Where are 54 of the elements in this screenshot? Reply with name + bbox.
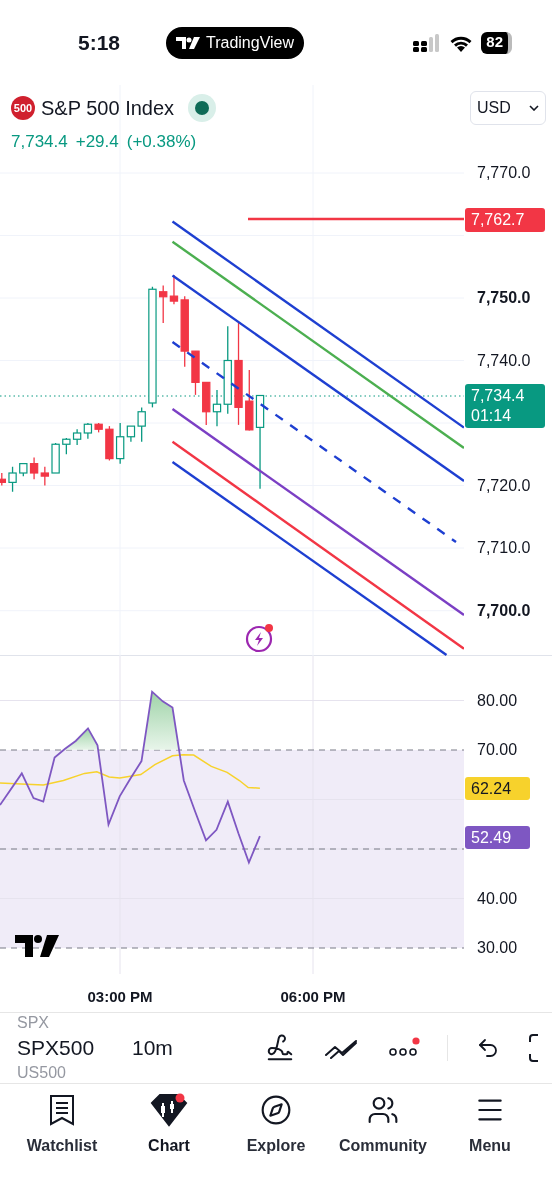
- price-axis-label: 7,750.0: [477, 288, 531, 308]
- nav-tab[interactable]: Chart: [117, 1092, 221, 1158]
- lightning-icon[interactable]: [245, 623, 275, 653]
- battery-indicator: 82: [481, 31, 512, 54]
- symbol-name: S&P 500 Index: [41, 96, 175, 121]
- watchlist-icon: [48, 1094, 76, 1126]
- rsi-axis-label: 70.00: [477, 740, 518, 760]
- rsi-axis-label: 80.00: [477, 690, 518, 711]
- last-price: 7,734.4: [11, 131, 68, 153]
- overbought-fill: [143, 691, 180, 750]
- price-marker-text: 7,762.7: [471, 210, 526, 230]
- nav-tab[interactable]: Menu: [438, 1092, 542, 1158]
- price-axis-label: 7,720.0: [477, 475, 531, 496]
- candlestick: [62, 437, 71, 455]
- candlestick: [202, 381, 211, 426]
- app-name: TradingView: [206, 32, 295, 53]
- price-axis-label: 7,770.0: [477, 163, 531, 183]
- nav-tab[interactable]: Community: [331, 1092, 435, 1158]
- tradingview-watermark-icon: [15, 935, 59, 957]
- rsi-axis-label: 30.00: [477, 938, 518, 958]
- price-axis-label: 7,700.0: [477, 600, 531, 621]
- chart-icon: [150, 1093, 188, 1127]
- signal-icon: [413, 33, 442, 52]
- time-axis-label: 03:00 PM: [87, 987, 153, 1007]
- price-change-percent: (+0.38%): [126, 131, 197, 153]
- time-axis-label: 06:00 PM: [280, 987, 346, 1007]
- currency-dropdown[interactable]: USD: [470, 91, 546, 125]
- rsi-axis-label: 40.00: [477, 888, 518, 909]
- candlestick: [0, 472, 6, 487]
- price-marker-text: 01:14: [471, 406, 513, 426]
- chevron-down-icon: [529, 105, 539, 111]
- price-marker-text: 7,734.4: [471, 386, 526, 406]
- zigzag-icon[interactable]: [322, 1037, 359, 1059]
- candlestick: [191, 350, 200, 396]
- rsi-value-marker: 52.49: [465, 826, 530, 849]
- symbol-badge: 500: [11, 96, 35, 120]
- fullscreen-icon[interactable]: [527, 1034, 540, 1062]
- interval-button[interactable]: 10m: [132, 1032, 173, 1064]
- symbol-selector[interactable]: SPX500: [17, 1029, 117, 1067]
- price-change: +29.4: [75, 131, 119, 153]
- compass-icon: [260, 1094, 292, 1126]
- clock-time: 5:18: [78, 29, 122, 56]
- nav-tab[interactable]: Explore: [224, 1092, 328, 1158]
- price-axis-label: 7,740.0: [477, 350, 531, 371]
- candlestick: [105, 425, 114, 462]
- nav-tab[interactable]: Watchlist: [10, 1092, 114, 1158]
- price-axis-label: 7,710.0: [477, 538, 531, 558]
- candlestick: [8, 466, 17, 493]
- candlestick: [72, 428, 82, 446]
- rsi-value-marker: 62.24: [465, 777, 530, 800]
- people-icon: [367, 1094, 399, 1126]
- more-icon[interactable]: [388, 1037, 421, 1059]
- tradingview-logo-icon: [176, 36, 200, 49]
- candlestick: [159, 284, 168, 324]
